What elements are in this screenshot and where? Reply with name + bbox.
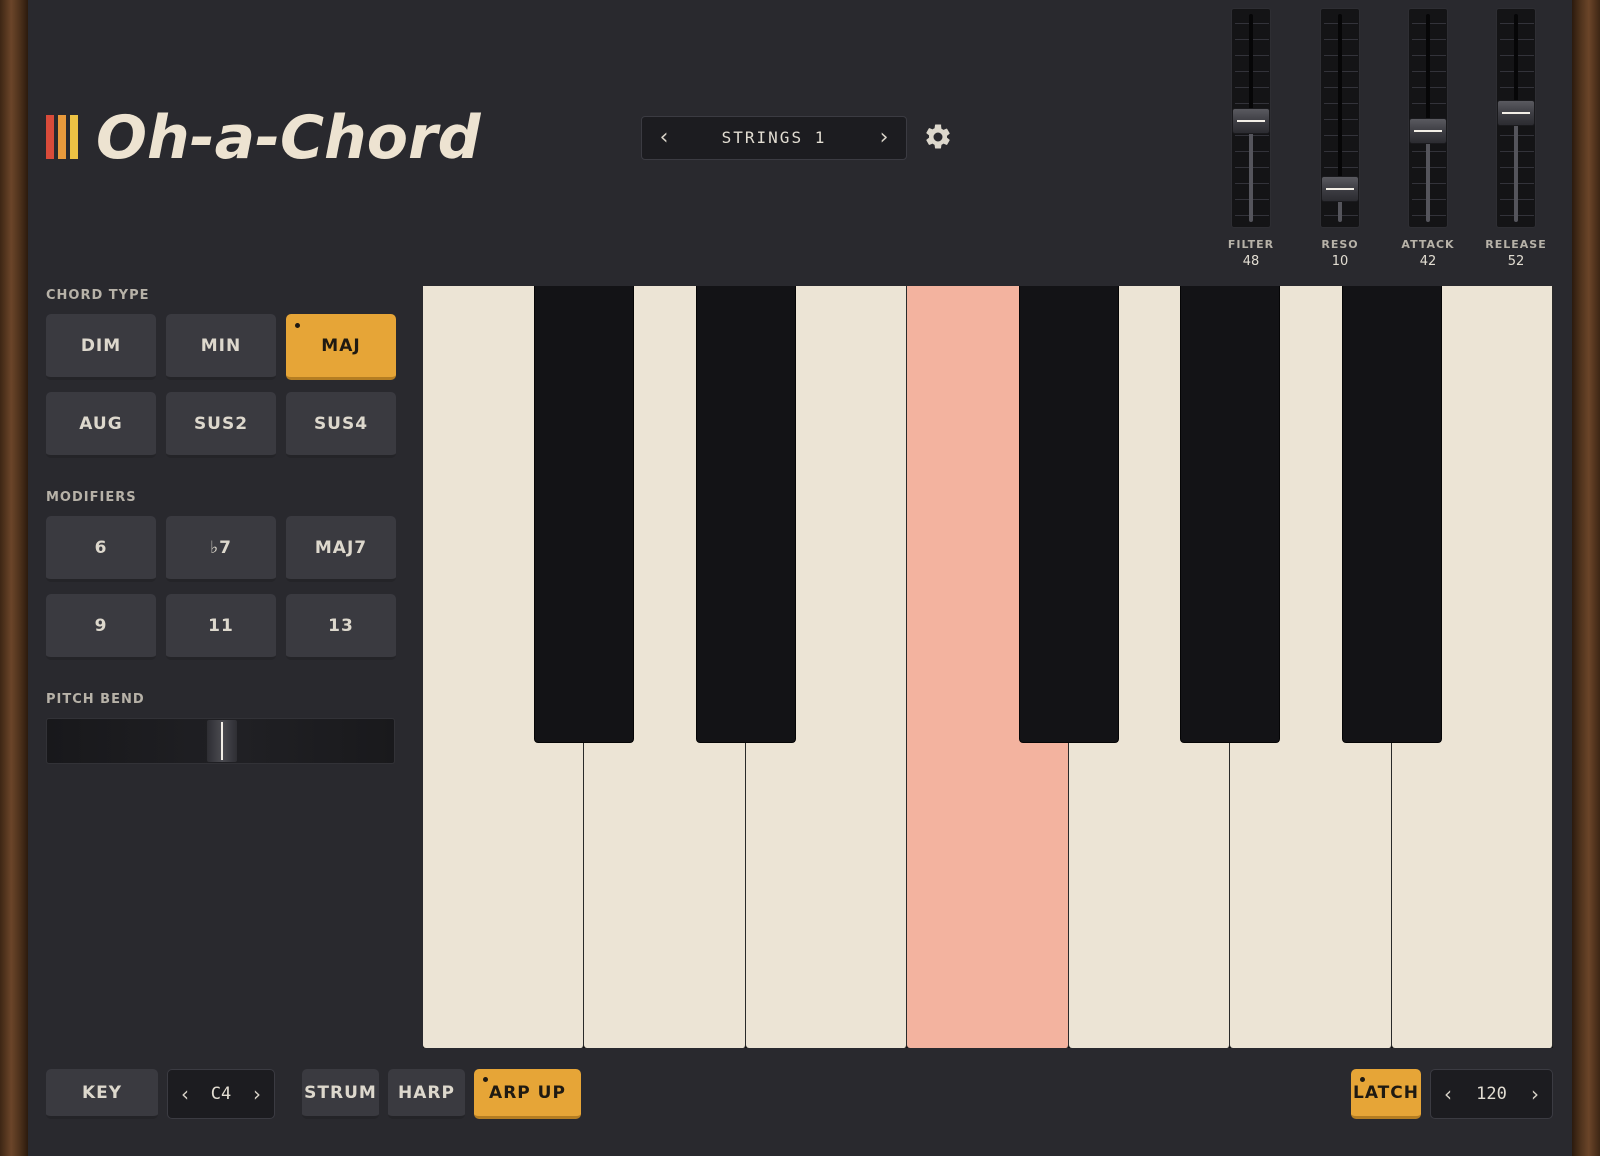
- pitch-bend-label: PITCH BEND: [46, 692, 145, 707]
- key-button[interactable]: KEY: [46, 1069, 158, 1119]
- modifiers-label: MODIFIERS: [46, 490, 137, 505]
- harp-button[interactable]: HARP: [388, 1069, 465, 1119]
- fader-knob[interactable]: [1321, 176, 1359, 202]
- fader-label: RELEASE: [1485, 238, 1547, 251]
- chord-dim-button[interactable]: DIM: [46, 314, 156, 380]
- chord-type-label: CHORD TYPE: [46, 288, 150, 303]
- modifier-11-button[interactable]: 11: [166, 594, 276, 660]
- fader-knob[interactable]: [1409, 118, 1447, 145]
- modifier-6-button[interactable]: 6: [46, 516, 156, 582]
- fader-label: FILTER: [1227, 238, 1275, 251]
- black-key[interactable]: [1018, 286, 1119, 743]
- pitch-bend-handle[interactable]: [206, 720, 237, 762]
- wood-side-right: [1572, 0, 1600, 1156]
- black-key[interactable]: [1341, 286, 1442, 743]
- chevron-left-icon[interactable]: ‹: [1431, 1070, 1465, 1118]
- key-value: C4: [210, 1084, 232, 1104]
- piano-keyboard: [423, 286, 1553, 1048]
- gear-icon[interactable]: [923, 122, 953, 152]
- black-key[interactable]: [695, 286, 796, 743]
- active-led-icon: [295, 323, 300, 328]
- chord-maj-button[interactable]: MAJ: [286, 314, 396, 380]
- tempo-value: 120: [1476, 1084, 1507, 1104]
- logo-bars-icon: [46, 115, 80, 159]
- chevron-left-icon[interactable]: ‹: [168, 1070, 202, 1118]
- modifier-13-button[interactable]: 13: [286, 594, 396, 660]
- chord-aug-button[interactable]: AUG: [46, 392, 156, 458]
- chevron-right-icon[interactable]: ›: [862, 117, 906, 159]
- strum-button[interactable]: STRUM: [302, 1069, 379, 1119]
- fader-label: RESO: [1321, 238, 1359, 251]
- fader-value: 10: [1331, 254, 1349, 269]
- active-led-icon: [1360, 1077, 1365, 1082]
- fader-label: ATTACK: [1401, 238, 1455, 251]
- pitch-bend-slider[interactable]: [46, 718, 395, 764]
- active-led-icon: [483, 1077, 488, 1082]
- preset-selector: ‹ STRINGS 1 ›: [641, 116, 907, 160]
- fader-value: 48: [1242, 254, 1260, 269]
- chevron-right-icon[interactable]: ›: [240, 1070, 274, 1118]
- wood-side-left: [0, 0, 28, 1156]
- fader-value: 52: [1507, 254, 1525, 269]
- fader-knob[interactable]: [1232, 107, 1270, 134]
- modifier-9-button[interactable]: 9: [46, 594, 156, 660]
- modifier-maj7-button[interactable]: MAJ7: [286, 516, 396, 582]
- arp-up-button[interactable]: ARP UP: [474, 1069, 581, 1119]
- chord-sus4-button[interactable]: SUS4: [286, 392, 396, 458]
- chevron-right-icon[interactable]: ›: [1518, 1070, 1552, 1118]
- tempo-stepper: ‹ 120 ›: [1430, 1069, 1553, 1119]
- preset-name: STRINGS 1: [721, 128, 827, 147]
- latch-button[interactable]: LATCH: [1351, 1069, 1421, 1119]
- fader-value: 42: [1419, 254, 1437, 269]
- modifier-flat7-button[interactable]: ♭7: [166, 516, 276, 582]
- black-key[interactable]: [534, 286, 635, 743]
- key-stepper: ‹ C4 ›: [167, 1069, 275, 1119]
- app-title: Oh-a-Chord: [96, 103, 481, 173]
- chord-min-button[interactable]: MIN: [166, 314, 276, 380]
- chord-sus2-button[interactable]: SUS2: [166, 392, 276, 458]
- fader-knob[interactable]: [1497, 100, 1535, 127]
- chevron-left-icon[interactable]: ‹: [642, 117, 686, 159]
- black-key[interactable]: [1180, 286, 1281, 743]
